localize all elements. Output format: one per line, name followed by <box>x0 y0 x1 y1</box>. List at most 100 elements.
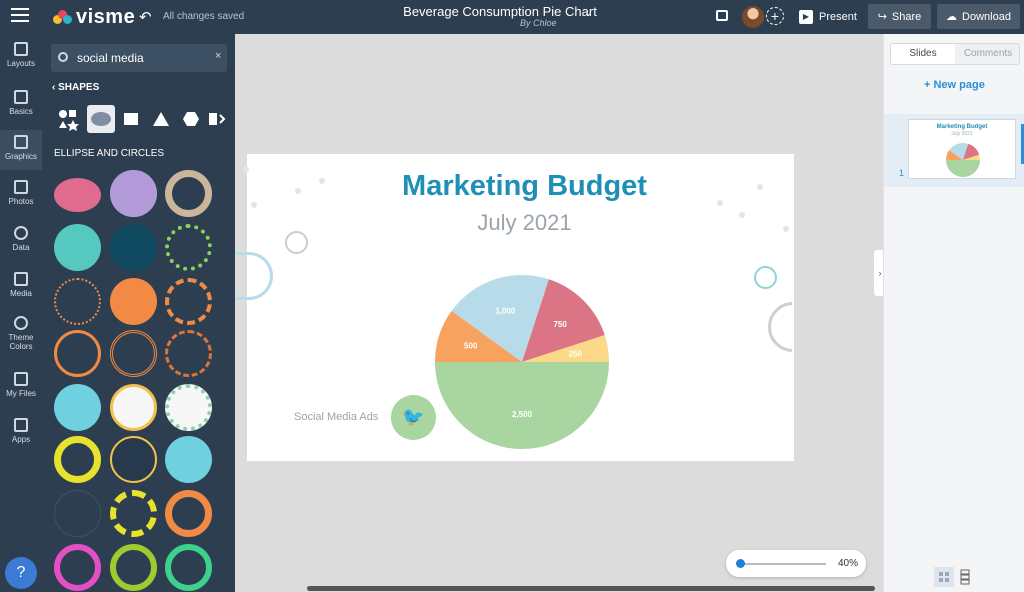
green-ring-shape[interactable] <box>165 544 212 591</box>
zoom-track[interactable] <box>740 563 826 565</box>
zoom-slider-knob[interactable] <box>736 559 745 568</box>
white-beaded-circle-shape[interactable] <box>165 384 212 431</box>
orange-double-ring-shape[interactable] <box>110 330 157 377</box>
slide-title[interactable]: Marketing Budget <box>247 170 802 203</box>
shapes-panel: × ‹ SHAPES ELLIPSE AND CIRCLES <box>42 34 235 592</box>
orange-dotted-ring-shape[interactable] <box>54 278 101 325</box>
share-button[interactable]: ↪ Share <box>868 4 931 29</box>
document-author: By Chloe <box>520 18 557 28</box>
rail-item-photos[interactable]: Photos <box>0 180 42 206</box>
download-button[interactable]: ☁ Download <box>937 4 1020 29</box>
pie-data-label: 750 <box>553 320 567 329</box>
canvas-area[interactable]: Marketing Budget July 2021 2,500 500 1,000… <box>235 34 883 592</box>
search-box: × <box>51 44 227 72</box>
rail-item-my-files[interactable]: My Files <box>0 372 42 398</box>
green-dotted-ring-shape[interactable] <box>165 224 212 271</box>
pie-data-label: 1,000 <box>495 307 516 316</box>
new-page-button[interactable]: + New page <box>924 79 985 91</box>
white-gold-badge-shape[interactable] <box>110 384 157 431</box>
decor-ring <box>768 302 792 352</box>
bird-icon[interactable]: 🐦 <box>391 395 436 440</box>
teal-circle-shape[interactable] <box>54 224 101 271</box>
mixed-shapes-tab[interactable] <box>54 105 82 133</box>
decor-ring <box>235 252 273 300</box>
horizontal-scrollbar[interactable] <box>307 586 875 591</box>
triangle-tab[interactable] <box>147 105 175 133</box>
slide-number: 1 <box>899 168 905 178</box>
more-shapes-tab[interactable] <box>207 105 229 133</box>
data-icon <box>14 226 28 240</box>
files-icon <box>14 372 28 386</box>
hexagon-tab[interactable] <box>177 105 205 133</box>
panel-tabs: Slides Comments <box>890 43 1020 65</box>
layouts-icon <box>14 42 28 56</box>
back-to-shapes[interactable]: ‹ SHAPES <box>52 82 99 93</box>
light-blue-circle-shape[interactable] <box>54 384 101 431</box>
menu-icon[interactable] <box>11 8 29 22</box>
pink-ellipse-shape[interactable] <box>54 178 101 212</box>
yellow-brush-ring-shape[interactable] <box>110 490 157 537</box>
navy-outline-shape[interactable] <box>54 490 101 537</box>
tab-slides[interactable]: Slides <box>891 44 955 64</box>
orange-thick-ring-shape[interactable] <box>165 490 212 537</box>
orange-ring-shape[interactable] <box>54 330 101 377</box>
slide[interactable]: Marketing Budget July 2021 2,500 500 1,000… <box>235 154 794 461</box>
logo-text: visme <box>76 6 136 28</box>
tab-comments[interactable]: Comments <box>956 44 1020 64</box>
slide-thumbnail[interactable]: Marketing Budget July 2021 <box>908 119 1016 179</box>
pie-chart[interactable]: 2,500 500 1,000 750 250 <box>432 272 612 452</box>
rail-item-media[interactable]: Media <box>0 272 42 298</box>
pie-data-label: 2,500 <box>512 410 533 419</box>
apps-icon <box>14 418 28 432</box>
thumbnail-pie <box>946 143 980 177</box>
slide-subtitle[interactable]: July 2021 <box>247 210 802 236</box>
orange-circle-shape[interactable] <box>110 278 157 325</box>
present-label: Present <box>819 10 857 23</box>
rectangle-tab[interactable] <box>117 105 145 133</box>
pie-slice-0[interactable] <box>946 160 980 177</box>
lavender-badge-shape[interactable] <box>110 170 157 217</box>
grid-view-icon[interactable] <box>934 567 976 587</box>
magenta-ring-shape[interactable] <box>54 544 101 591</box>
undo-icon[interactable]: ↶ <box>139 8 152 26</box>
visme-logo[interactable]: visme <box>53 6 135 29</box>
cyan-circle-shape[interactable] <box>165 436 212 483</box>
navy-circle-shape[interactable] <box>110 224 157 271</box>
ellipse-tab[interactable] <box>87 105 115 133</box>
search-input[interactable] <box>77 49 197 67</box>
rail-item-basics[interactable]: Basics <box>0 90 42 116</box>
chevron-down-icon[interactable]: ⌄ <box>584 8 592 19</box>
lime-ring-shape[interactable] <box>110 544 157 591</box>
help-button[interactable]: ? <box>5 557 37 589</box>
pie-slice-0[interactable] <box>435 362 609 449</box>
save-status: All changes saved <box>163 11 245 22</box>
orange-brush-ring-shape[interactable] <box>165 330 212 377</box>
navy-gold-circle-shape[interactable] <box>110 436 157 483</box>
document-title[interactable]: Beverage Consumption Pie Chart <box>400 4 600 19</box>
rail-item-data[interactable]: Data <box>0 226 42 252</box>
decor-dot <box>739 212 745 218</box>
rail-item-apps[interactable]: Apps <box>0 418 42 444</box>
rail-item-layouts[interactable]: Layouts <box>0 42 42 68</box>
chevron-right-icon <box>209 113 226 125</box>
rail-item-graphics[interactable]: Graphics <box>0 130 42 170</box>
decor-dot <box>243 166 249 172</box>
add-collaborator-icon[interactable]: + <box>766 7 784 25</box>
yellow-ring-shape[interactable] <box>54 436 101 483</box>
rail-item-theme-colors[interactable]: Theme Colors <box>0 316 42 351</box>
tool-rail: Layouts Basics Graphics Photos Data Medi… <box>0 34 42 592</box>
section-title: ELLIPSE AND CIRCLES <box>54 148 165 159</box>
tan-ring-shape[interactable] <box>165 170 212 217</box>
comment-icon[interactable] <box>716 10 728 21</box>
present-button[interactable]: ▶ Present <box>795 4 863 29</box>
legend-label[interactable]: Social Media Ads <box>294 411 378 423</box>
slide-thumbnail-row[interactable]: 1 Marketing Budget July 2021 <box>884 114 1024 187</box>
avatar[interactable] <box>742 6 764 28</box>
palette-icon <box>14 316 28 330</box>
orange-dashed-ring-shape[interactable] <box>165 278 212 325</box>
clear-icon[interactable]: × <box>215 50 221 62</box>
view-toggle <box>934 567 976 587</box>
rectangle-icon <box>124 113 138 125</box>
decor-ring <box>285 231 308 254</box>
download-label: Download <box>962 10 1011 23</box>
